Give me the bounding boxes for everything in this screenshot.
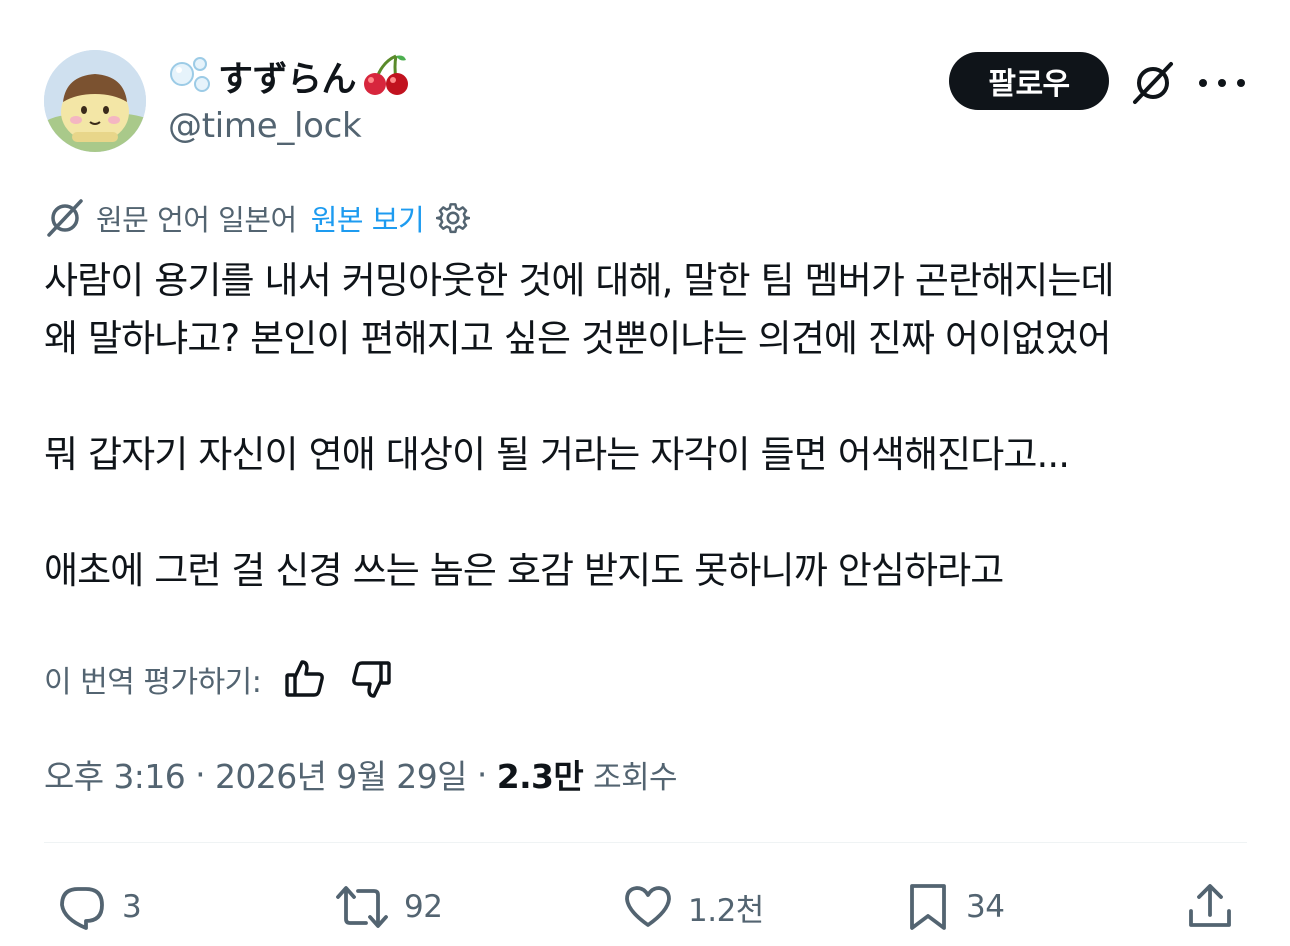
avatar[interactable]: [44, 50, 146, 152]
meta-separator: ·: [476, 754, 487, 794]
cherry-emoji-icon: [362, 52, 410, 100]
reply-button[interactable]: 3: [56, 874, 142, 940]
divider: [44, 842, 1247, 843]
bookmark-button[interactable]: 34: [904, 874, 1005, 940]
gear-icon[interactable]: [435, 201, 471, 235]
tweet-header: すずらん @time_lock 팔로우: [44, 50, 1249, 160]
translate-icon: [44, 197, 86, 239]
views-count[interactable]: 2.3만: [497, 750, 584, 798]
user-handle[interactable]: @time_lock: [168, 106, 362, 146]
like-count: 1.2천: [688, 892, 764, 929]
tweet-line: 왜 말하냐고? 본인이 편해지고 싶은 것뿐이냐는 의견에 진짜 어이없었어: [44, 317, 1112, 360]
share-icon: [1189, 884, 1231, 927]
repost-count: 92: [404, 889, 443, 925]
more-dot: [1218, 79, 1226, 87]
tweet-meta: 오후 3:16 · 2026년 9월 29일 · 2.3만 조회수: [44, 750, 678, 798]
reply-count: 3: [122, 889, 142, 925]
more-dot: [1237, 79, 1245, 87]
tweet-line: 뭐 갑자기 자신이 연애 대상이 될 거라는 자각이 들면 어색해진다고...: [44, 433, 1070, 476]
views-label: 조회수: [593, 759, 677, 796]
bookmark-icon: [910, 884, 946, 930]
repost-button[interactable]: 92: [334, 874, 443, 940]
thumbs-up-icon[interactable]: [283, 657, 327, 701]
reply-icon: [60, 887, 104, 930]
rate-translation-label: 이 번역 평가하기:: [44, 665, 262, 700]
rate-translation-row: 이 번역 평가하기:: [44, 656, 393, 702]
meta-separator: ·: [195, 754, 206, 794]
tweet-line: 사람이 용기를 내서 커밍아웃한 것에 대해, 말한 팀 멤버가 곤란해지는데: [44, 259, 1115, 302]
like-icon: [625, 886, 671, 927]
source-language-label: 원문 언어 일본어: [96, 203, 297, 237]
tweet-time[interactable]: 오후 3:16: [44, 750, 186, 798]
tweet-date[interactable]: 2026년 9월 29일: [215, 750, 467, 798]
view-original-link[interactable]: 원본 보기: [311, 197, 425, 239]
share-button[interactable]: [1184, 874, 1236, 940]
display-name[interactable]: すずらん: [218, 51, 357, 102]
translation-bar: 원문 언어 일본어 원본 보기: [44, 196, 471, 240]
bubbles-emoji-icon: [168, 54, 212, 98]
action-bar: 3 92 1.2천 34: [44, 874, 1249, 940]
repost-icon: [336, 886, 388, 928]
like-button[interactable]: 1.2천: [622, 874, 764, 940]
tweet-text: 사람이 용기를 내서 커밍아웃한 것에 대해, 말한 팀 멤버가 곤란해지는데 …: [44, 252, 1254, 600]
grok-icon[interactable]: [1130, 60, 1176, 106]
follow-button[interactable]: 팔로우: [949, 52, 1109, 110]
tweet-line: 애초에 그런 걸 신경 쓰는 놈은 호감 받지도 못하니까 안심하라고: [44, 549, 1004, 592]
more-dot: [1199, 79, 1207, 87]
more-icon[interactable]: [1199, 68, 1245, 98]
display-name-row[interactable]: すずらん: [168, 52, 410, 100]
bookmark-count: 34: [966, 889, 1005, 925]
thumbs-down-icon[interactable]: [349, 657, 393, 701]
